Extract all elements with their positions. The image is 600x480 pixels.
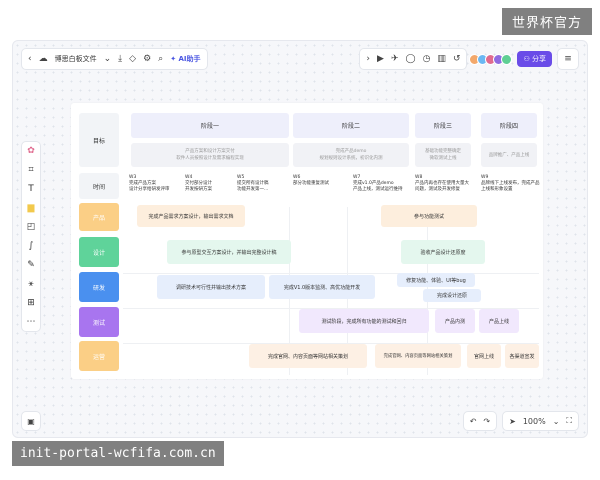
phase-2-title[interactable]: 阶段二 xyxy=(293,113,409,138)
frame-icon[interactable]: ⌗ xyxy=(28,165,33,175)
chevron-down-icon[interactable]: ⌄ xyxy=(104,54,112,64)
fit-screen-icon[interactable]: ⛶ xyxy=(566,416,572,426)
rocket-icon[interactable]: ✈ xyxy=(391,54,399,64)
top-toolbar-left: ‹ ☁ 博思白板文件 ⌄ ⤓ ◇ ⚙ ⌕ ✦ AI助手 xyxy=(21,48,208,70)
task-card[interactable]: 测试阶段，完成所有功能的测试和回归 xyxy=(299,309,429,333)
ai-assistant-button[interactable]: ✦ AI助手 xyxy=(170,54,200,64)
phase-3-title[interactable]: 阶段三 xyxy=(415,113,471,138)
share-user-icon: ⚇ xyxy=(523,55,530,63)
phase-4-title[interactable]: 阶段四 xyxy=(481,113,537,138)
tag-icon[interactable]: ◇ xyxy=(129,54,136,64)
collab-tools: › ▶ ✈ ◯ ◷ ▥ ↺ xyxy=(359,48,468,70)
bottom-toolbar: ↶ ↷ ➤ 100% ⌄ ⛶ xyxy=(462,411,579,431)
redo-icon[interactable]: ↷ xyxy=(483,417,490,426)
row-label-design: 设计 xyxy=(79,237,119,267)
chevron-down-icon[interactable]: ⌄ xyxy=(553,417,560,426)
share-label: 分享 xyxy=(532,55,546,63)
week-note: 产品内再也存在使用大量大 问题，测试及开发修复 xyxy=(415,181,469,192)
task-card[interactable]: 调研技术可行性并输出技术方案 xyxy=(157,275,265,299)
more-icon[interactable]: ⋯ xyxy=(27,317,36,327)
settings-icon[interactable]: ⚙ xyxy=(143,54,151,64)
task-card[interactable]: 产品内测 xyxy=(435,309,475,333)
week-note: 完成v1.0产品demo 产品上线，测试运行维持 xyxy=(353,181,403,192)
row-label-product: 产品 xyxy=(79,203,119,231)
palette-icon[interactable]: ✿ xyxy=(27,146,35,156)
sticky-note-icon[interactable]: ▆ xyxy=(28,203,35,213)
search-icon[interactable]: ⌕ xyxy=(158,54,163,64)
play-icon[interactable]: ▶ xyxy=(377,54,384,64)
week-cell: W5 提交所有设计稿 功能开发第一... xyxy=(237,175,289,193)
connector-icon[interactable]: ∫ xyxy=(29,241,34,251)
divider xyxy=(123,273,539,274)
task-card[interactable]: 验收产品设计还原度 xyxy=(401,240,485,264)
doc-title[interactable]: 博思白板文件 xyxy=(55,54,97,64)
menu-icon[interactable]: ≡ xyxy=(557,48,579,70)
task-card[interactable]: 修复功能、体验、UI等bug xyxy=(397,273,475,287)
text-icon[interactable]: T xyxy=(28,184,34,194)
task-card[interactable]: 产品上线 xyxy=(479,309,519,333)
url-caption: init-portal-wcfifa.com.cn xyxy=(12,441,224,466)
pen-icon[interactable]: ✎ xyxy=(27,260,35,270)
task-card[interactable]: 完成官网、内容页面等网站相关策划 xyxy=(375,344,461,368)
zoom-level[interactable]: 100% xyxy=(523,417,546,426)
task-card[interactable]: 各渠道宣发 xyxy=(505,344,539,368)
collaborator-avatars[interactable] xyxy=(469,53,513,65)
week-cell: W8 产品内再也存在使用大量大 问题，测试及开发修复 xyxy=(415,175,479,193)
zoom-controls: ➤ 100% ⌄ ⛶ xyxy=(502,411,579,431)
week-note: 提交所有设计稿 功能开发第一... xyxy=(237,181,269,192)
week-cell: W4 交付部分设计 开发按研方案 xyxy=(185,175,235,193)
week-note: 完成产品方案 设计分享给研发评审 xyxy=(129,181,170,192)
week-cell: W7 完成v1.0产品demo 产品上线，测试运行维持 xyxy=(353,175,417,193)
task-card[interactable]: 官网上线 xyxy=(467,344,501,368)
task-card[interactable]: 完成官网、内容页面等网站相关策划 xyxy=(249,344,367,368)
ai-star-icon: ✦ xyxy=(170,55,177,63)
task-card[interactable]: 完成设计还原 xyxy=(423,289,481,302)
library-icon[interactable]: ▥ xyxy=(437,54,446,64)
comment-icon[interactable]: ◯ xyxy=(405,54,415,64)
ai-assistant-label: AI助手 xyxy=(178,55,201,63)
whiteboard-window: ‹ ☁ 博思白板文件 ⌄ ⤓ ◇ ⚙ ⌕ ✦ AI助手 › ▶ ✈ ◯ ◷ ▥ … xyxy=(12,40,588,438)
task-card[interactable]: 完成产品需求方案设计，输出需求文档 xyxy=(137,205,245,227)
week-note: 交付部分设计 开发按研方案 xyxy=(185,181,212,192)
top-toolbar-right: › ▶ ✈ ◯ ◷ ▥ ↺ ⚇ 分享 ≡ xyxy=(359,48,579,70)
share-button[interactable]: ⚇ 分享 xyxy=(517,51,552,67)
cloud-icon[interactable]: ☁ xyxy=(39,54,48,64)
row-label-test: 测试 xyxy=(79,307,119,337)
row-label-dev: 研发 xyxy=(79,272,119,302)
minimap-icon[interactable]: ▣ xyxy=(21,411,41,431)
task-card[interactable]: 完成V1.0版本监测、高优功能开发 xyxy=(269,275,375,299)
week-cell: W6 部分功能重复测试 xyxy=(293,175,349,187)
phase-1-desc[interactable]: 产品方案和设计方案交付 软件人员按照设计及需求编程实现 xyxy=(131,143,289,167)
week-note: 部分功能重复测试 xyxy=(293,181,329,186)
watermark: 世界杯官方 xyxy=(501,8,592,35)
chevron-right-icon[interactable]: › xyxy=(366,54,370,64)
undo-redo: ↶ ↷ xyxy=(462,411,498,431)
phase-2-desc[interactable]: 完成产品demo 规划规则设计系统，初识化内测 xyxy=(293,143,409,167)
undo-icon[interactable]: ↶ xyxy=(470,417,477,426)
phase-1-title[interactable]: 阶段一 xyxy=(131,113,289,138)
shape-icon[interactable]: ◰ xyxy=(27,222,36,232)
avatar[interactable] xyxy=(501,53,513,65)
cursor-icon[interactable]: ➤ xyxy=(509,417,516,426)
template-icon[interactable]: ⊞ xyxy=(27,298,35,308)
history-icon[interactable]: ↺ xyxy=(453,54,461,64)
goal-label: 目标 xyxy=(79,113,119,167)
week-note: 品牌线下上线发布，完成产品 上线和形象设置 xyxy=(481,181,540,192)
week-cell: W3 完成产品方案 设计分享给研发评审 xyxy=(129,175,181,193)
download-icon[interactable]: ⤓ xyxy=(118,54,122,64)
row-label-ops: 运营 xyxy=(79,341,119,371)
timer-icon[interactable]: ◷ xyxy=(423,54,431,64)
gantt-board[interactable]: 目标 阶段一 产品方案和设计方案交付 软件人员按照设计及需求编程实现 阶段二 完… xyxy=(71,103,543,379)
chevron-left-icon[interactable]: ‹ xyxy=(28,54,32,64)
mindmap-icon[interactable]: ⚹ xyxy=(28,279,33,289)
left-toolbar: ✿ ⌗ T ▆ ◰ ∫ ✎ ⚹ ⊞ ⋯ xyxy=(21,141,41,332)
task-card[interactable]: 参与原型交互方案设计，并输出完整设计稿 xyxy=(167,240,291,264)
week-cell: W9 品牌线下上线发布，完成产品 上线和形象设置 xyxy=(481,175,541,193)
phase-3-desc[interactable]: 基础功能完整确定 微软测试上线 xyxy=(415,143,471,167)
time-label: 时间 xyxy=(79,173,119,199)
task-card[interactable]: 参与功能测试 xyxy=(381,205,477,227)
phase-4-desc[interactable]: 品牌推广、产品上线 xyxy=(481,143,537,167)
